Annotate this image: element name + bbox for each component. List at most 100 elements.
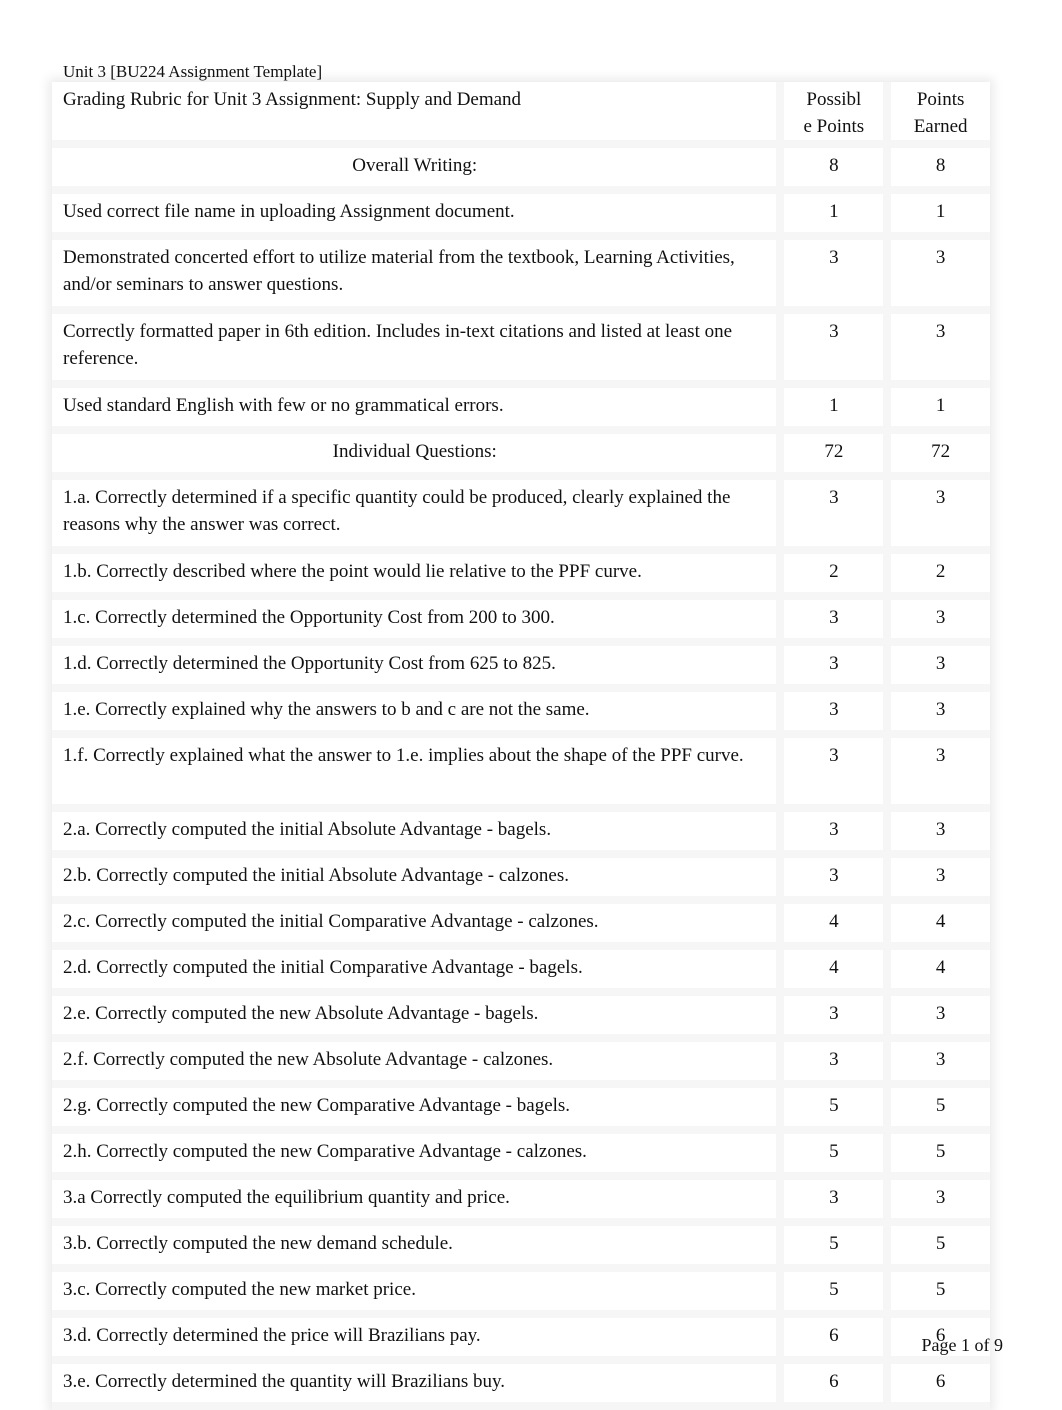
table-row: 3.a Correctly computed the equilibrium q… [52, 1176, 990, 1222]
criterion-label: 1.d. Correctly determined the Opportunit… [52, 642, 780, 688]
table-row: 1.d. Correctly determined the Opportunit… [52, 642, 990, 688]
possible-points-value: 5 [780, 1222, 887, 1268]
table-row: 2.c. Correctly computed the initial Comp… [52, 900, 990, 946]
points-earned-value: 5 [887, 1268, 990, 1314]
page-number: Page 1 of 9 [921, 1335, 1003, 1355]
table-row: 3.d. Correctly determined the price will… [52, 1314, 990, 1360]
criterion-label: 1.a. Correctly determined if a specific … [52, 476, 780, 550]
points-earned-value: 5 [887, 1222, 990, 1268]
possible-points-value: 3 [780, 808, 887, 854]
table-row: 3.e. Correctly determined the quantity w… [52, 1360, 990, 1406]
points-earned-value: 72 [887, 430, 990, 476]
table-row: 1.f. Correctly explained what the answer… [52, 734, 990, 808]
possible-points-value: 8 [780, 144, 887, 190]
section-header-row: Individual Questions: 72 72 [52, 430, 990, 476]
possible-points-value: 3 [780, 1038, 887, 1084]
criterion-label: 2.c. Correctly computed the initial Comp… [52, 900, 780, 946]
possible-points-value: 3 [780, 642, 887, 688]
criterion-label: Demonstrated concerted effort to utilize… [52, 236, 780, 310]
points-earned-value: 6 [887, 1360, 990, 1406]
section-header-row: Overall Writing: 8 8 [52, 144, 990, 190]
points-earned-value: 8 [887, 144, 990, 190]
criterion-label: Overall Writing: [52, 144, 780, 190]
points-earned-value: 5 [887, 1130, 990, 1176]
possible-points-value: 3 [780, 688, 887, 734]
table-row: Demonstrated concerted effort to utilize… [52, 236, 990, 310]
table-row: 2.b. Correctly computed the initial Abso… [52, 854, 990, 900]
points-earned-value: 3 [887, 236, 990, 310]
points-earned-value: 3 [887, 734, 990, 808]
table-title: Grading Rubric for Unit 3 Assignment: Su… [52, 82, 780, 144]
possible-points-value: 3 [780, 236, 887, 310]
possible-points-value: 3 [780, 596, 887, 642]
criterion-label: Used standard English with few or no gra… [52, 384, 780, 430]
table-row: 2.g. Correctly computed the new Comparat… [52, 1084, 990, 1130]
possible-points-value: 3 [780, 310, 887, 384]
table-row: 3.c. Correctly computed the new market p… [52, 1268, 990, 1314]
table-row: Used correct file name in uploading Assi… [52, 190, 990, 236]
table-row: 1.c. Correctly determined the Opportunit… [52, 596, 990, 642]
criterion-label: 1.e. Correctly explained why the answers… [52, 688, 780, 734]
possible-points-value: 4 [780, 946, 887, 992]
possible-points-value: 5 [780, 1084, 887, 1130]
points-earned-value: 3 [887, 854, 990, 900]
table-header-row: Grading Rubric for Unit 3 Assignment: Su… [52, 82, 990, 144]
column-header-points-earned: Points Earned [887, 82, 990, 144]
criterion-label: 2.h. Correctly computed the new Comparat… [52, 1130, 780, 1176]
possible-points-value: 3 [780, 1176, 887, 1222]
possible-points-value: 3 [780, 992, 887, 1038]
criterion-label: 2.a. Correctly computed the initial Abso… [52, 808, 780, 854]
points-earned-value: 1 [887, 190, 990, 236]
criterion-label: 3.c. Correctly computed the new market p… [52, 1268, 780, 1314]
criterion-label: 2.d. Correctly computed the initial Comp… [52, 946, 780, 992]
table-row: 3.b. Correctly computed the new demand s… [52, 1222, 990, 1268]
points-earned-value: 3 [887, 992, 990, 1038]
table-row: 1.e. Correctly explained why the answers… [52, 688, 990, 734]
table-row: 2.e. Correctly computed the new Absolute… [52, 992, 990, 1038]
table-row: Used standard English with few or no gra… [52, 384, 990, 430]
criterion-label: 2.f. Correctly computed the new Absolute… [52, 1038, 780, 1084]
possible-points-value: 1 [780, 384, 887, 430]
grading-rubric-table: Grading Rubric for Unit 3 Assignment: Su… [52, 82, 990, 1410]
points-earned-value: 4 [887, 900, 990, 946]
possible-points-value: 5 [780, 1268, 887, 1314]
points-earned-value: 3 [887, 642, 990, 688]
table-row: Correctly formatted paper in 6th edition… [52, 310, 990, 384]
criterion-label: Individual Questions: [52, 430, 780, 476]
points-earned-value: 1 [887, 384, 990, 430]
running-header: Unit 3 [BU224 Assignment Template] [63, 62, 323, 81]
criterion-label: Used correct file name in uploading Assi… [52, 190, 780, 236]
possible-points-value: 3 [780, 476, 887, 550]
points-earned-value: 2 [887, 550, 990, 596]
possible-points-value: 4 [780, 900, 887, 946]
criterion-label: 3.a Correctly computed the equilibrium q… [52, 1176, 780, 1222]
table-row: 2.a. Correctly computed the initial Abso… [52, 808, 990, 854]
possible-points-value: 3 [780, 734, 887, 808]
points-earned-value: 3 [887, 310, 990, 384]
possible-points-value: 2 [780, 550, 887, 596]
possible-points-value: 1 [780, 190, 887, 236]
possible-points-value: 72 [780, 430, 887, 476]
table-row: 2.f. Correctly computed the new Absolute… [52, 1038, 990, 1084]
points-earned-value: 5 [887, 1084, 990, 1130]
table-row: 1.b. Correctly described where the point… [52, 550, 990, 596]
criterion-label: 1.f. Correctly explained what the answer… [52, 734, 780, 808]
column-header-possible-points: Possibl e Points [780, 82, 887, 144]
points-earned-value: 3 [887, 1038, 990, 1084]
criterion-label: 1.c. Correctly determined the Opportunit… [52, 596, 780, 642]
criterion-label: 1.b. Correctly described where the point… [52, 550, 780, 596]
points-earned-value: 3 [887, 688, 990, 734]
criterion-label: 2.b. Correctly computed the initial Abso… [52, 854, 780, 900]
possible-points-value: 6 [780, 1360, 887, 1406]
criterion-label: 2.g. Correctly computed the new Comparat… [52, 1084, 780, 1130]
points-earned-value: 3 [887, 596, 990, 642]
points-earned-value: 3 [887, 476, 990, 550]
table-row: 1.a. Correctly determined if a specific … [52, 476, 990, 550]
points-earned-value: 3 [887, 1176, 990, 1222]
possible-points-value: 6 [780, 1314, 887, 1360]
criterion-label: Correctly formatted paper in 6th edition… [52, 310, 780, 384]
criterion-label: 2.e. Correctly computed the new Absolute… [52, 992, 780, 1038]
possible-points-value: 5 [780, 1130, 887, 1176]
possible-points-value: 3 [780, 854, 887, 900]
table-row: 2.d. Correctly computed the initial Comp… [52, 946, 990, 992]
